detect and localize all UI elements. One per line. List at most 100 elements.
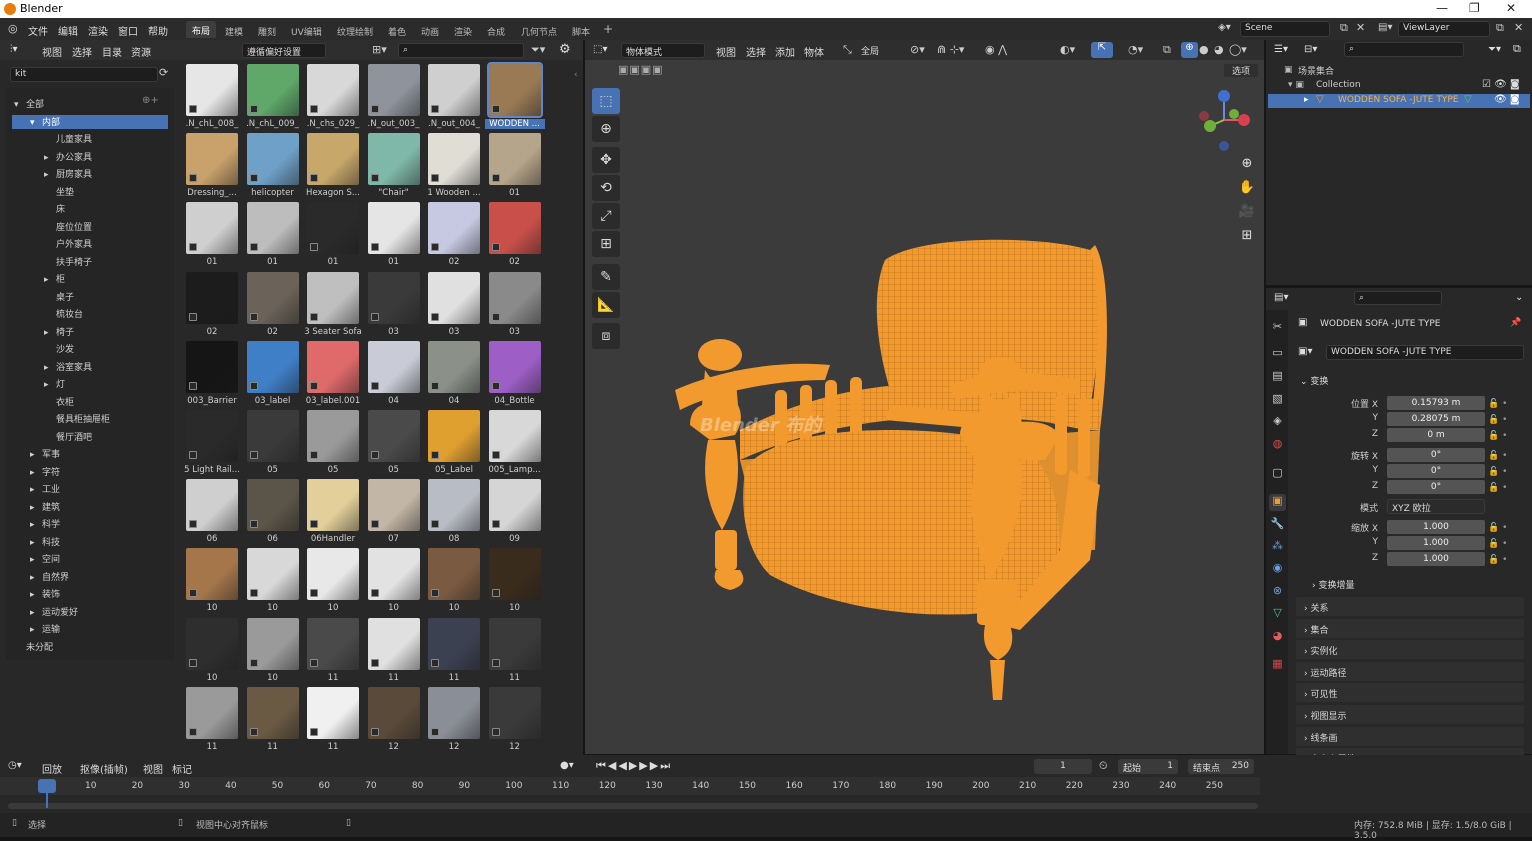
overlay-icon[interactable]: ◔▾ (1128, 43, 1143, 56)
viewport-menu-object[interactable]: 物体 (804, 44, 824, 59)
asset-tile[interactable]: 01 (488, 133, 543, 203)
scale-x-field[interactable]: 1.000 (1387, 520, 1485, 534)
asset-checkbox-icon[interactable] (310, 520, 318, 529)
catalog-item[interactable]: ▸ 厨房家具 (44, 167, 92, 181)
catalog-filter-input[interactable]: kit (10, 67, 158, 82)
asset-checkbox-icon[interactable] (310, 312, 318, 321)
object-visibility-icons[interactable]: 👁 ◙ (1494, 94, 1520, 105)
asset-tile[interactable]: Hexagon S... (306, 133, 361, 203)
catalog-item[interactable]: ▸ 科技 (30, 535, 60, 549)
collapsed-arrow-icon[interactable]: ▸ (30, 468, 42, 478)
asset-checkbox-icon[interactable] (370, 451, 379, 459)
asset-tile[interactable]: 02 (428, 202, 482, 272)
catalog-item[interactable]: ▾ 全部 (14, 97, 44, 111)
snap-icon[interactable]: ⋒ ⊹▾ (937, 43, 964, 56)
asset-checkbox-icon[interactable] (491, 451, 500, 459)
asset-tile[interactable]: 1 Wooden ... (427, 133, 482, 203)
asset-tile[interactable]: 11 (246, 686, 301, 757)
collapsed-arrow-icon[interactable]: ▸ (30, 503, 42, 513)
navigation-gizmo[interactable] (1190, 86, 1260, 156)
asset-tile[interactable]: .N_out_004_ (428, 64, 482, 134)
catalog-item[interactable]: ▸ 运输 (30, 622, 60, 636)
new-viewlayer-icon[interactable]: ⧉ (1496, 21, 1504, 35)
asset-checkbox-icon[interactable] (431, 589, 439, 598)
asset-checkbox-icon[interactable] (249, 589, 258, 598)
asset-checkbox-icon[interactable] (249, 174, 258, 183)
asset-tile[interactable]: 02 (488, 202, 543, 272)
catalog-item[interactable]: ▸ 空间 (30, 552, 60, 566)
asset-checkbox-icon[interactable] (370, 727, 379, 736)
asset-tile[interactable]: 01 (307, 202, 361, 272)
asset-checkbox-icon[interactable] (370, 589, 379, 598)
asset-checkbox-icon[interactable] (189, 520, 197, 529)
scale-tool-icon[interactable]: ⤢ (592, 203, 620, 229)
asset-tile[interactable]: 11 (307, 686, 361, 757)
collapsed-arrow-icon[interactable]: ▸ (44, 380, 56, 390)
asset-checkbox-icon[interactable] (310, 451, 318, 459)
asset-checkbox-icon[interactable] (491, 105, 500, 113)
catalog-item[interactable]: ▸ 运动爱好 (30, 605, 78, 619)
asset-tile[interactable]: "Chair" (367, 133, 422, 203)
add-catalog-icon[interactable]: ⊕+ (142, 95, 159, 106)
location-z-field[interactable]: 0 m (1387, 428, 1485, 442)
catalog-item[interactable]: 座位位置 (44, 220, 92, 234)
new-scene-icon[interactable]: ⧉ (1340, 21, 1348, 35)
blender-menu-icon[interactable]: ◎ (8, 22, 18, 35)
asset-checkbox-icon[interactable] (310, 174, 318, 183)
asset-checkbox-icon[interactable] (370, 312, 379, 321)
new-collection-icon[interactable]: ⧉ (1513, 42, 1521, 56)
xray-icon[interactable]: ⧉ (1163, 43, 1171, 57)
asset-tile[interactable]: 10 (307, 548, 361, 618)
asset-tile[interactable]: 10 (186, 548, 240, 618)
mode-dropdown[interactable]: 物体模式 (621, 43, 705, 58)
collapsed-arrow-icon[interactable]: ▸ (44, 328, 56, 338)
catalog-item[interactable]: 梳妆台 (44, 307, 83, 321)
asset-checkbox-icon[interactable] (189, 381, 197, 390)
lock-icons-location[interactable]: 🔓 • 🔓 • 🔓 • (1488, 396, 1507, 444)
annotate-tool-icon[interactable]: ✎ (592, 264, 620, 290)
cursor-tool-icon[interactable]: ⊕ (592, 116, 620, 142)
asset-checkbox-icon[interactable] (310, 243, 318, 252)
asset-tile[interactable]: 03_label (246, 340, 301, 411)
asset-checkbox-icon[interactable] (431, 451, 439, 459)
collapsed-arrow-icon[interactable]: ▸ (30, 590, 42, 600)
add-workspace-button[interactable]: + (603, 22, 613, 36)
asset-menu-assets[interactable]: 资源 (131, 44, 151, 59)
render-tab-icon[interactable]: ▭ (1269, 346, 1286, 363)
asset-checkbox-icon[interactable] (370, 105, 379, 113)
asset-tile[interactable]: 05 (246, 410, 301, 480)
display-mode-icon[interactable]: ⊞▾ (372, 43, 387, 56)
asset-checkbox-icon[interactable] (249, 727, 258, 736)
asset-tile[interactable]: .N_chL_008_ (186, 64, 240, 134)
start-frame-field[interactable]: 起始 1 (1118, 759, 1178, 774)
asset-tile[interactable]: 005_Lamp... (488, 410, 543, 480)
asset-tile[interactable]: 003_Barrier (186, 340, 240, 411)
collapsed-arrow-icon[interactable]: ▸ (30, 538, 42, 548)
asset-tile[interactable]: 06 (186, 479, 240, 549)
physics-tab-icon[interactable]: ◉ (1269, 561, 1286, 578)
scene-collection-label[interactable]: 场景集合 (1298, 64, 1334, 77)
catalog-item[interactable]: ▸ 军事 (30, 447, 60, 461)
catalog-item[interactable]: ▸ 科学 (30, 517, 60, 531)
asset-tile[interactable]: 12 (488, 686, 543, 757)
asset-checkbox-icon[interactable] (189, 243, 197, 252)
asset-tile[interactable]: 04 (428, 340, 482, 411)
timeline-view-menu[interactable]: 视图 (143, 761, 163, 776)
delta-transform-panel[interactable]: › 变换增量 (1312, 578, 1354, 591)
asset-checkbox-icon[interactable] (491, 727, 500, 736)
asset-tile[interactable]: 01 (367, 202, 422, 272)
asset-checkbox-icon[interactable] (431, 312, 439, 321)
asset-tile[interactable]: 10 (428, 548, 482, 618)
asset-tile[interactable]: 06Handler (307, 479, 361, 549)
asset-tile[interactable]: .N_out_003_ (367, 64, 422, 134)
options-button[interactable]: 选项 (1223, 63, 1259, 78)
gizmo-toggle-icon[interactable]: ⇱ (1091, 42, 1113, 58)
asset-checkbox-icon[interactable] (431, 658, 439, 667)
asset-tile[interactable]: 10 (186, 617, 240, 688)
object-name-field[interactable]: WODDEN SOFA -JUTE TYPE (1326, 345, 1524, 360)
proportional-edit-icon[interactable]: ◉ ⋀ (985, 43, 1007, 56)
outliner-filter-icon[interactable]: ⏷▾ (1488, 44, 1501, 55)
property-section[interactable]: › 集合 (1296, 618, 1524, 638)
display-mode-icon[interactable]: ⊟▾ (1304, 44, 1317, 55)
transform-orientation-icon[interactable]: ⤡ (843, 43, 852, 57)
